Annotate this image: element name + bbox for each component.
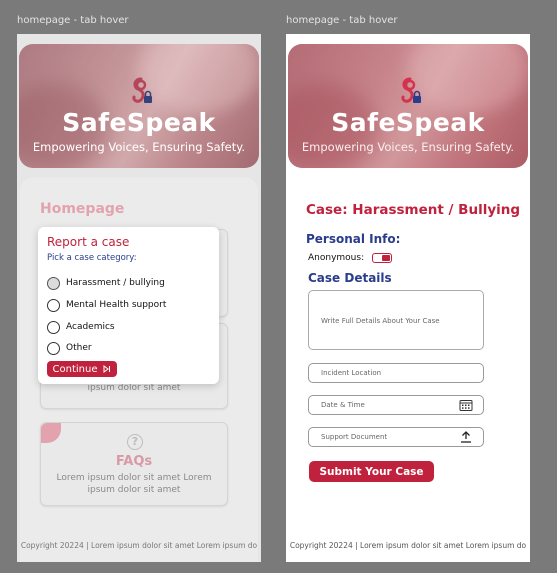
support-document-input[interactable]: Support Document [308,427,484,447]
anonymous-label: Anonymous: [308,253,365,263]
anonymous-row: Anonymous: [308,253,393,263]
radio-button[interactable] [47,341,60,355]
frame-label-left: homepage - tab hover [17,15,129,26]
radio-button[interactable] [47,276,60,290]
card-ribbon [41,423,61,443]
brand-name: SafeSpeak [331,108,485,137]
radio-button[interactable] [47,320,60,334]
details-placeholder: Write Full Details About Your Case [321,317,440,325]
upload-icon[interactable] [459,431,473,443]
report-case-popup: Report a case Pick a case category: Hara… [38,227,219,384]
personal-info-heading: Personal Info: [306,232,401,246]
homepage-frame-left: SafeSpeak Empowering Voices, Ensuring Sa… [17,34,261,562]
submit-case-button[interactable]: Submit Your Case [309,461,434,482]
location-placeholder: Incident Location [321,369,382,377]
safespeak-logo-icon [401,77,421,103]
brand-name: SafeSpeak [62,108,216,137]
footer-copyright: Copyright 20224 | Lorem ipsum dolor sit … [289,541,527,550]
case-details-heading: Case Details [308,271,392,285]
page-title: Homepage [40,201,125,217]
brand-tagline: Empowering Voices, Ensuring Safety. [32,140,246,154]
case-form-panel: Case: Harassment / Bullying Personal Inf… [286,176,530,562]
safespeak-logo-icon [132,77,152,103]
document-placeholder: Support Document [321,433,388,441]
date-time-input[interactable]: Date & Time [308,395,484,415]
skip-forward-icon [103,365,111,373]
option-mental-health[interactable]: Mental Health support [47,298,166,312]
option-harassment[interactable]: Harassment / bullying [47,276,165,290]
calendar-icon[interactable] [459,399,473,411]
anonymous-toggle[interactable] [372,253,393,263]
question-circle-icon: ? [127,434,143,450]
popup-title: Report a case [47,235,130,249]
hero-banner: SafeSpeak Empowering Voices, Ensuring Sa… [288,44,528,168]
option-academics[interactable]: Academics [47,320,115,334]
radio-button[interactable] [47,298,60,312]
faqs-text: Lorem ipsum dolor sit amet Lorem ipsum d… [56,473,212,495]
case-details-textarea[interactable]: Write Full Details About Your Case [308,290,484,350]
hero-banner: SafeSpeak Empowering Voices, Ensuring Sa… [19,44,259,168]
date-placeholder: Date & Time [321,401,365,409]
option-other[interactable]: Other [47,341,92,355]
footer-copyright: Copyright 20224 | Lorem ipsum dolor sit … [20,541,258,550]
faqs-title: FAQs [115,454,153,469]
case-title: Case: Harassment / Bullying [306,202,521,218]
popup-subtitle: Pick a case category: [47,253,137,263]
frame-label-right: homepage - tab hover [286,15,398,26]
continue-button[interactable]: Continue [47,361,117,377]
incident-location-input[interactable]: Incident Location [308,363,484,383]
faqs-card[interactable]: ? FAQs Lorem ipsum dolor sit amet Lorem … [40,422,228,506]
homepage-frame-right: SafeSpeak Empowering Voices, Ensuring Sa… [286,34,530,562]
brand-tagline: Empowering Voices, Ensuring Safety. [301,140,515,154]
